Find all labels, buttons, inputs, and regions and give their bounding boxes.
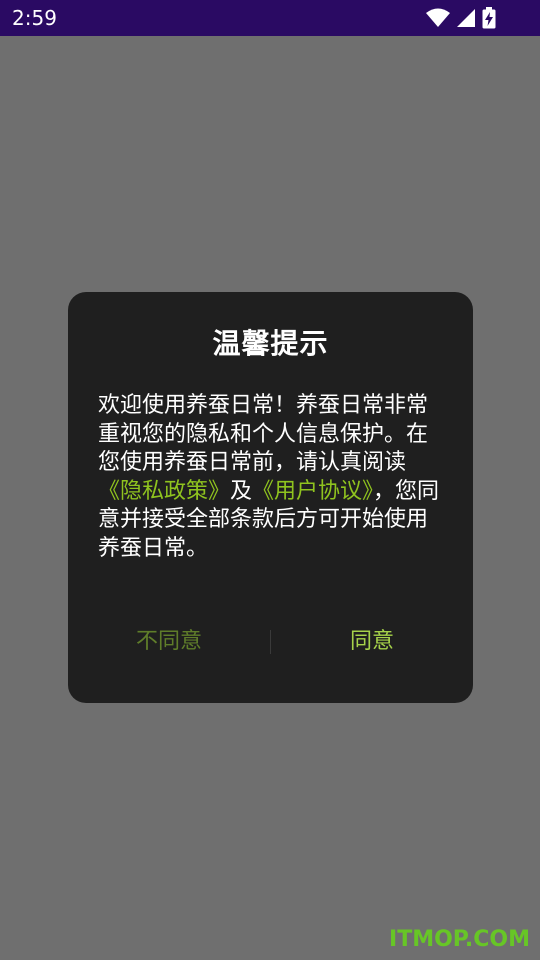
status-icons [426, 7, 496, 29]
battery-charging-icon [482, 7, 496, 29]
wifi-icon [426, 8, 450, 27]
status-bar: 2:59 [0, 0, 540, 36]
agree-button[interactable]: 同意 [271, 617, 473, 667]
watermark-logo: ITMOP.COM [389, 927, 530, 952]
dialog-buttons: 不同意 同意 [68, 617, 473, 667]
privacy-dialog: 温馨提示 欢迎使用养蚕日常！养蚕日常非常重视您的隐私和个人信息保护。在您使用养蚕… [68, 292, 473, 703]
message-text-1: 欢迎使用养蚕日常！养蚕日常非常重视您的隐私和个人信息保护。在您使用养蚕日常前，请… [98, 393, 429, 475]
dialog-title: 温馨提示 [212, 327, 329, 360]
status-time: 2:59 [12, 6, 57, 30]
message-text-2: 及 [230, 478, 253, 504]
user-agreement-link[interactable]: 《用户协议》 [252, 479, 373, 504]
privacy-policy-link[interactable]: 《隐私政策》 [98, 479, 230, 504]
dialog-message: 欢迎使用养蚕日常！养蚕日常非常重视您的隐私和个人信息保护。在您使用养蚕日常前，请… [98, 392, 443, 563]
signal-icon [457, 9, 475, 27]
disagree-button[interactable]: 不同意 [68, 617, 270, 667]
